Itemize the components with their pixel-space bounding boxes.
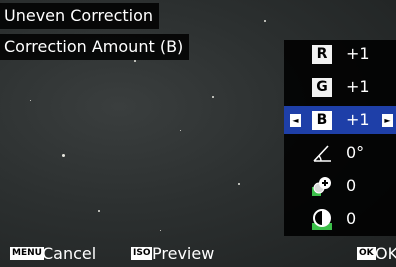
angle-row[interactable]: 0° bbox=[284, 139, 396, 167]
page-subtitle: Correction Amount (B) bbox=[0, 34, 190, 60]
preview-button[interactable]: ISO Preview bbox=[128, 242, 248, 264]
contrast-icon bbox=[311, 208, 333, 230]
footer-bar: MENU Cancel ISO Preview OK OK bbox=[0, 242, 396, 264]
star bbox=[30, 100, 31, 101]
star bbox=[238, 183, 240, 185]
channel-value-g: +1 bbox=[346, 77, 370, 96]
channel-label-g: G bbox=[312, 78, 332, 97]
contrast-row[interactable]: 0 bbox=[284, 205, 396, 233]
saturation-plus-icon bbox=[311, 175, 333, 197]
cancel-button[interactable]: MENU Cancel bbox=[0, 242, 110, 264]
star bbox=[62, 154, 65, 157]
star bbox=[98, 210, 100, 212]
iso-badge: ISO bbox=[131, 247, 153, 260]
ok-badge: OK bbox=[357, 247, 376, 260]
star bbox=[180, 130, 181, 131]
cancel-label: Cancel bbox=[42, 244, 97, 263]
page-title: Uneven Correction bbox=[0, 3, 160, 29]
preview-label: Preview bbox=[152, 244, 215, 263]
angle-value: 0° bbox=[346, 143, 365, 162]
right-arrow-icon[interactable]: ► bbox=[382, 114, 393, 127]
channel-label-b: B bbox=[312, 111, 332, 130]
ok-button[interactable]: OK OK bbox=[355, 242, 396, 264]
star bbox=[160, 230, 161, 231]
saturation-row[interactable]: 0 bbox=[284, 172, 396, 200]
correction-panel: R +1 G +1 ◄ B +1 ► 0° 0 0 bbox=[284, 40, 396, 236]
channel-row-r[interactable]: R +1 bbox=[284, 40, 396, 68]
star bbox=[264, 20, 266, 22]
channel-label-r: R bbox=[312, 45, 332, 64]
channel-row-g[interactable]: G +1 bbox=[284, 73, 396, 101]
channel-value-r: +1 bbox=[346, 44, 370, 63]
star bbox=[212, 96, 214, 98]
saturation-value: 0 bbox=[346, 176, 357, 195]
ok-label: OK bbox=[375, 244, 396, 263]
menu-badge: MENU bbox=[10, 247, 44, 260]
star bbox=[134, 60, 136, 62]
slope-angle-icon bbox=[311, 142, 333, 164]
contrast-value: 0 bbox=[346, 209, 357, 228]
channel-value-b: +1 bbox=[346, 110, 370, 129]
left-arrow-icon[interactable]: ◄ bbox=[290, 114, 301, 127]
channel-row-b[interactable]: ◄ B +1 ► bbox=[284, 106, 396, 134]
